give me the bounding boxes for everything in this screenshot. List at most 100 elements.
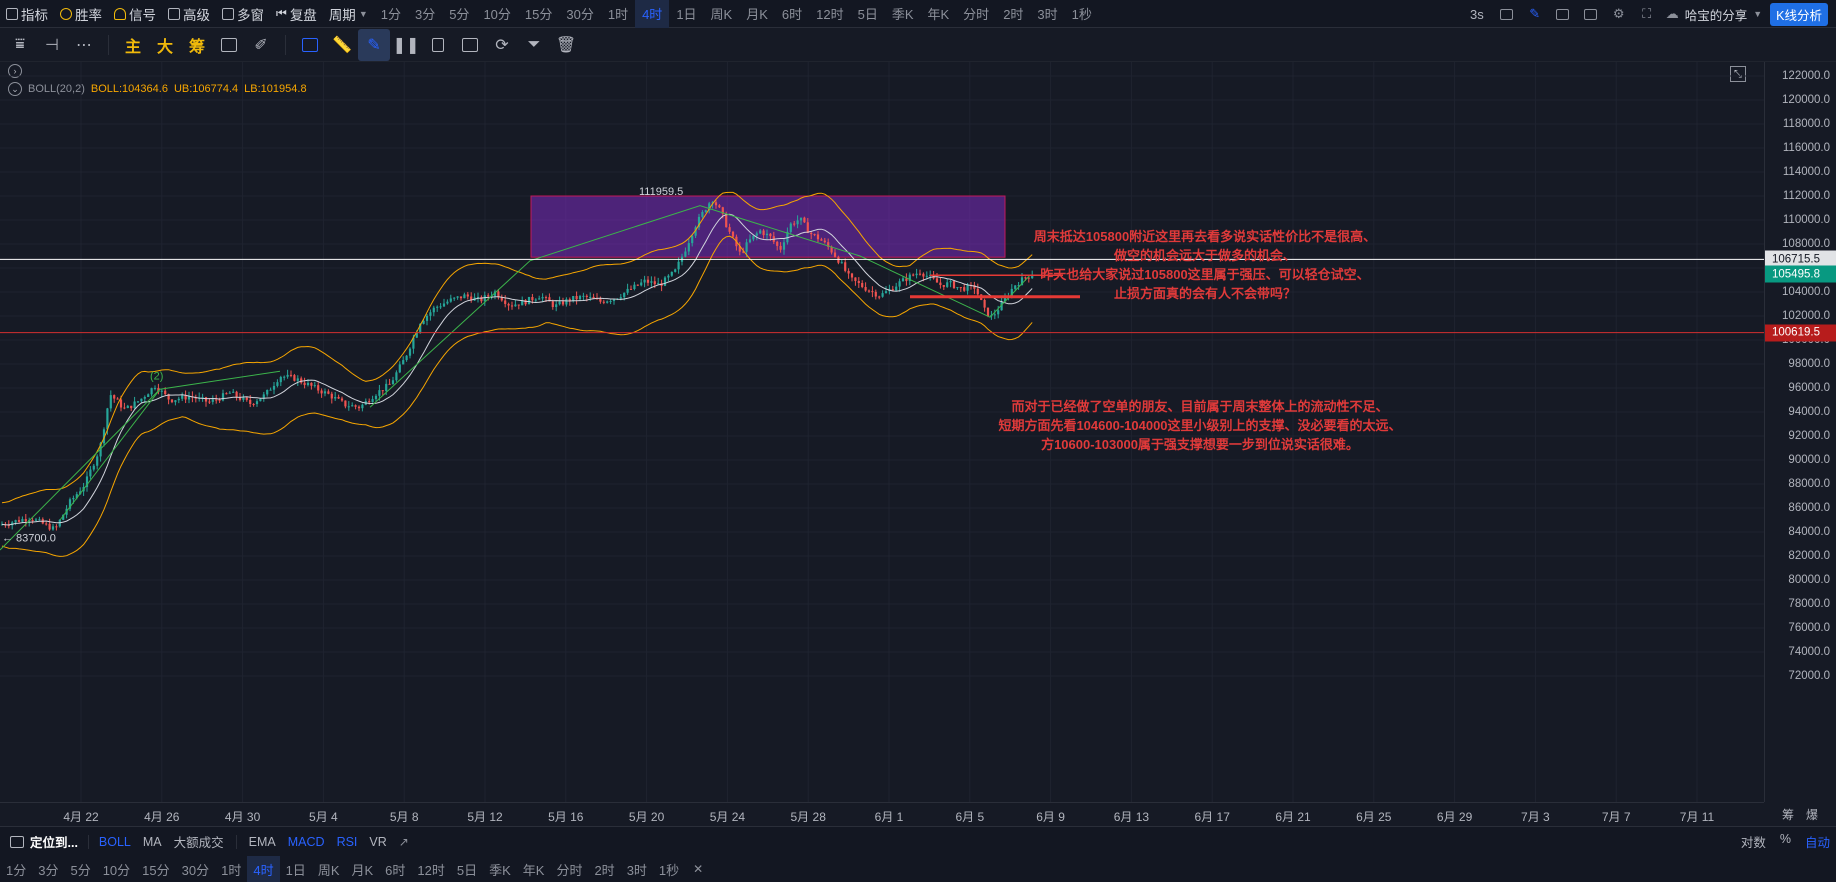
more-icon[interactable]: ⋯ [68,29,100,61]
replay-button[interactable]: ⏮ 复盘 [270,0,323,28]
lock-icon[interactable] [422,29,454,61]
candle-body [310,382,313,386]
popout-icon[interactable] [1550,0,1576,28]
layout-icon[interactable]: ⩸ [4,29,36,61]
indicator-vr[interactable]: VR [363,835,392,849]
sync-icon[interactable] [213,29,245,61]
period-tab[interactable]: 5日 [451,856,483,882]
period-tab[interactable]: 1分 [0,856,32,882]
magnet-icon[interactable]: ⟳ [486,29,518,61]
period-tab[interactable]: 6时 [379,856,411,882]
period-tab[interactable]: 周K [704,0,740,28]
period-tab[interactable]: 10分 [476,0,517,28]
period-tab[interactable]: 季K [885,0,921,28]
trash-icon[interactable]: 🗑 [550,29,582,61]
large-tool[interactable]: 大 [149,29,181,61]
period-tab[interactable]: 1时 [601,0,635,28]
period-tab[interactable]: 3时 [621,856,653,882]
price-axis[interactable]: 122000.0 120000.0 118000.0 116000.0 114000.0… [1764,62,1836,802]
candle-body [514,304,517,307]
chip-tool[interactable]: 筹 [181,29,213,61]
draw-icon[interactable]: ✎ [1522,0,1548,28]
calendar-icon[interactable] [10,835,24,848]
indicator-button[interactable]: 指标 [0,0,54,28]
period-tab[interactable]: 12时 [411,856,450,882]
template-icon[interactable] [1578,0,1604,28]
period-tab[interactable]: 5分 [64,856,96,882]
indicator-macd[interactable]: MACD [282,835,331,849]
indicator-ma[interactable]: MA [137,835,168,849]
close-icon[interactable]: ✕ [693,862,703,876]
percent-scale-toggle[interactable]: % [1780,832,1791,851]
kline-analysis-button[interactable]: K线分析 [1770,2,1828,26]
period-tab[interactable]: 年K [921,0,957,28]
period-tab[interactable]: 4时 [247,856,280,882]
period-tab[interactable]: 分时 [550,856,588,882]
period-tab[interactable]: 2时 [588,856,620,882]
period-tab[interactable]: 1日 [669,0,703,28]
period-tab[interactable]: 分时 [956,0,996,28]
indicator-ema[interactable]: EMA [243,835,282,849]
period-tab[interactable]: 3分 [32,856,64,882]
settings-icon[interactable]: ⚙ [1606,0,1632,28]
indicator-rsi[interactable]: RSI [331,835,364,849]
period-tab[interactable]: 周K [312,856,346,882]
refresh-interval[interactable]: 3s [1462,7,1492,22]
period-tab[interactable]: 3时 [1030,0,1064,28]
period-tab[interactable]: 30分 [176,856,215,882]
fullscreen-icon[interactable]: ⛶ [1634,0,1660,28]
liquidation-toggle[interactable]: 爆 [1806,806,1818,823]
period-tab[interactable]: 1秒 [653,856,685,882]
indicator-boll[interactable]: BOLL [93,835,137,849]
period-tab[interactable]: 月K [739,0,775,28]
multiwindow-button[interactable]: 多窗 [216,0,270,28]
indicator-large-trade[interactable]: 大额成交 [168,832,230,851]
period-tab[interactable]: 3分 [408,0,442,28]
advanced-button[interactable]: 高级 [162,0,216,28]
time-axis[interactable]: 4月 22 4月 26 4月 30 5月 4 5月 8 5月 12 5月 16 5月 20 5月… [0,802,1764,826]
chip-toggle[interactable]: 筹 [1782,806,1794,823]
line-icon[interactable]: ⊣ [36,29,68,61]
chart-canvas[interactable]: 111959.5 ← 83700.0 (2) [0,62,1764,802]
period-tab[interactable]: 4时 [635,0,670,28]
copy-icon[interactable] [294,29,326,61]
period-tab[interactable]: 季K [483,856,517,882]
period-tab[interactable]: 10分 [97,856,136,882]
candle-body [317,385,320,391]
period-tab[interactable]: 年K [517,856,551,882]
period-tab[interactable]: 月K [345,856,379,882]
ruler-icon[interactable]: 📏 [326,29,358,61]
period-tab[interactable]: 1日 [280,856,312,882]
filter-icon[interactable]: ⏷ [518,29,550,61]
candle-body [344,400,347,407]
period-tab[interactable]: 15分 [136,856,175,882]
period-tab[interactable]: 1分 [374,0,408,28]
brush-icon[interactable]: ✐ [245,29,277,61]
locate-button[interactable]: 定位到... [24,832,84,851]
signal-button[interactable]: 信号 [108,0,162,28]
auto-scale-toggle[interactable]: 自动 [1805,832,1830,851]
edit-icon[interactable]: ↗ [399,835,409,849]
candle-body [935,278,939,283]
share-dropdown[interactable]: 哈宝的分享 [1681,5,1752,24]
period-tab[interactable]: 5分 [442,0,476,28]
period-dropdown[interactable]: 周期 ▼ [323,0,374,28]
period-tab[interactable]: 15分 [518,0,559,28]
period-tab[interactable]: 2时 [996,0,1030,28]
main-chart-tool[interactable]: 主 [117,29,149,61]
price-chart[interactable]: 111959.5 ← 83700.0 (2) [0,62,1764,802]
pen-icon[interactable]: ✎ [358,28,390,61]
candle-body [507,303,510,306]
camera-icon[interactable] [1494,0,1520,28]
candle-icon[interactable]: ❚❚ [390,29,422,61]
log-scale-toggle[interactable]: 对数 [1741,832,1766,851]
period-tab[interactable]: 5日 [851,0,885,28]
time-tick: 4月 30 [224,810,261,824]
period-tab[interactable]: 30分 [559,0,600,28]
period-tab[interactable]: 6时 [775,0,809,28]
period-tab[interactable]: 12时 [809,0,850,28]
note-icon[interactable] [454,29,486,61]
period-tab[interactable]: 1时 [215,856,247,882]
period-tab[interactable]: 1秒 [1065,0,1099,28]
winrate-button[interactable]: 胜率 [54,0,108,28]
